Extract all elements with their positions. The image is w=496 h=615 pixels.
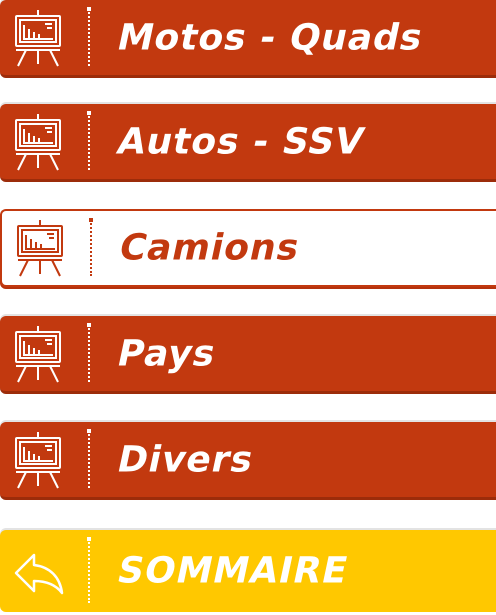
menu-item-autos-ssv[interactable]: Autos - SSV xyxy=(0,104,496,182)
menu-item-label: Pays xyxy=(113,333,220,374)
menu-item-camions[interactable]: Camions xyxy=(0,209,496,287)
presentation-board-icon xyxy=(15,325,61,382)
presentation-board-icon xyxy=(15,431,61,488)
separator xyxy=(87,429,91,488)
separator xyxy=(87,537,91,603)
presentation-board-icon xyxy=(17,220,63,277)
menu-item-pays[interactable]: Pays xyxy=(0,316,496,394)
separator xyxy=(87,7,91,66)
sommaire-button[interactable]: SOMMAIRE xyxy=(0,530,496,612)
menu-item-label: Motos - Quads xyxy=(113,17,428,58)
separator xyxy=(89,218,93,276)
back-arrow-icon xyxy=(14,553,64,595)
menu: Motos - Quads Autos - SSV Camions Pays D… xyxy=(0,0,496,615)
presentation-board-icon xyxy=(15,9,61,66)
sommaire-label: SOMMAIRE xyxy=(113,550,353,592)
separator xyxy=(87,111,91,170)
menu-item-label: Divers xyxy=(113,439,258,480)
separator xyxy=(87,323,91,382)
menu-item-motos-quads[interactable]: Motos - Quads xyxy=(0,0,496,78)
menu-item-divers[interactable]: Divers xyxy=(0,422,496,500)
menu-item-label: Camions xyxy=(115,227,304,269)
menu-item-label: Autos - SSV xyxy=(113,121,369,162)
presentation-board-icon xyxy=(15,113,61,170)
